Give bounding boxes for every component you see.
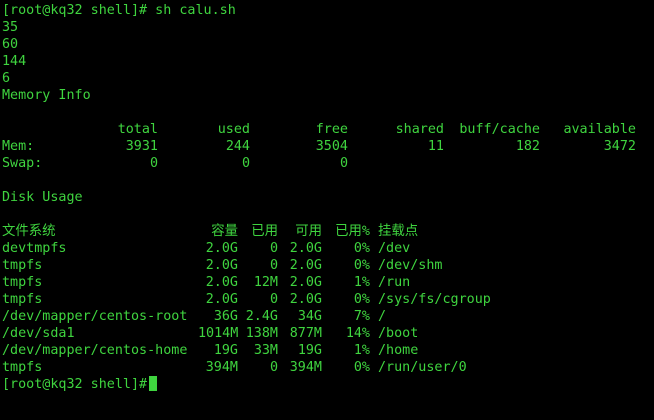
- disk-header-cell: 可用: [295, 224, 322, 239]
- memory-cell: 3472: [603, 139, 636, 154]
- memory-heading: Memory Info: [2, 88, 91, 103]
- disk-header-cell: 挂载点: [378, 224, 419, 239]
- memory-cell: 3931: [125, 139, 158, 154]
- disk-cell: 394M: [205, 360, 238, 375]
- disk-header-cell: 文件系统: [2, 224, 56, 239]
- disk-cell: /dev: [378, 241, 411, 256]
- disk-cell: 0%: [353, 360, 370, 375]
- disk-cell: 14%: [345, 326, 370, 341]
- disk-cell: 0: [269, 241, 278, 256]
- disk-cell: 0%: [353, 292, 370, 307]
- disk-cell: 0: [269, 292, 278, 307]
- disk-cell: 877M: [289, 326, 322, 341]
- disk-cell: tmpfs: [2, 360, 43, 375]
- disk-cell: 2.0G: [205, 275, 238, 290]
- disk-table-row: devtmpfs 2.0G 0 2.0G 0% /dev: [2, 240, 654, 257]
- disk-cell: 1%: [353, 343, 370, 358]
- disk-cell: 2.4G: [245, 309, 278, 324]
- disk-table-row: /dev/mapper/centos-home 19G 33M 19G 1% /home: [2, 342, 654, 359]
- disk-cell: /home: [378, 343, 419, 358]
- disk-cell: 0: [269, 360, 278, 375]
- disk-cell: 1014M: [198, 326, 239, 341]
- memory-header-cell: total: [117, 122, 158, 137]
- disk-cell: 2.0G: [205, 241, 238, 256]
- memory-cell: 0: [149, 156, 158, 171]
- disk-cell: 2.0G: [289, 292, 322, 307]
- disk-cell: 138M: [245, 326, 278, 341]
- disk-cell: /: [378, 309, 387, 324]
- disk-table-row: tmpfs 2.0G 12M 2.0G 1% /run: [2, 274, 654, 291]
- disk-table-row: tmpfs 2.0G 0 2.0G 0% /sys/fs/cgroup: [2, 291, 654, 308]
- disk-table-row: /dev/sda1 1014M 138M 877M 14% /boot: [2, 325, 654, 342]
- disk-cell: 33M: [253, 343, 278, 358]
- memory-cell: 11: [427, 139, 444, 154]
- memory-row-label: Mem:: [2, 139, 35, 154]
- memory-header-cell: used: [217, 122, 250, 137]
- memory-row-mem: Mem: 3931 244 3504 11 182 3472: [2, 138, 654, 155]
- disk-cell: /sys/fs/cgroup: [378, 292, 491, 307]
- disk-cell: 34G: [297, 309, 322, 324]
- disk-table-row: tmpfs 394M 0 394M 0% /run/user/0: [2, 359, 654, 376]
- output-line: 60: [2, 37, 19, 52]
- memory-row-label: Swap:: [2, 156, 43, 171]
- disk-table-row: /dev/mapper/centos-root 36G 2.4G 34G 7% /: [2, 308, 654, 325]
- disk-table-body: devtmpfs 2.0G 0 2.0G 0%/dev tmpfs 2.0G 0 2.0G 0% /…: [2, 240, 654, 376]
- memory-cell: 3504: [315, 139, 348, 154]
- disk-table-header: 文件系统 容量 已用 可用 已用% 挂载点: [2, 223, 654, 240]
- disk-cell: tmpfs: [2, 292, 43, 307]
- disk-cell: tmpfs: [2, 258, 43, 273]
- disk-cell: 12M: [253, 275, 278, 290]
- disk-cell: 36G: [213, 309, 238, 324]
- disk-cell: 2.0G: [289, 258, 322, 273]
- disk-cell: /dev/mapper/centos-home: [2, 343, 188, 358]
- prompt-text: [root@kq32 shell]#: [2, 377, 148, 392]
- disk-table-row: tmpfs 2.0G 0 2.0G 0% /dev/shm: [2, 257, 654, 274]
- disk-header-cell: 容量: [211, 224, 238, 239]
- disk-cell: /dev/sda1: [2, 326, 75, 341]
- disk-cell: devtmpfs: [2, 241, 67, 256]
- output-line: 144: [2, 54, 27, 69]
- disk-cell: 0: [269, 258, 278, 273]
- disk-cell: 1%: [353, 275, 370, 290]
- memory-header-cell: available: [563, 122, 636, 137]
- disk-cell: tmpfs: [2, 275, 43, 290]
- disk-header-cell: 已用%: [335, 224, 370, 239]
- memory-table-header: total used free shared buff/cache available: [2, 121, 654, 138]
- text-cursor: [149, 376, 158, 391]
- memory-header-cell: shared: [395, 122, 444, 137]
- disk-cell: /run/user/0: [378, 360, 467, 375]
- terminal-window[interactable]: [root@kq32 shell]# sh calu.sh 35 60 144 …: [0, 0, 654, 420]
- disk-cell: 0%: [353, 258, 370, 273]
- disk-cell: /boot: [378, 326, 419, 341]
- disk-cell: 2.0G: [289, 275, 322, 290]
- disk-heading: Disk Usage: [2, 190, 83, 205]
- disk-cell: /dev/shm: [378, 258, 443, 273]
- memory-header-cell: free: [315, 122, 348, 137]
- output-line: 35: [2, 20, 19, 35]
- command-line: [root@kq32 shell]# sh calu.sh: [2, 3, 236, 18]
- memory-row-swap: Swap: 0 0 0: [2, 155, 654, 172]
- command-prompt[interactable]: [root@kq32 shell]#: [2, 376, 654, 393]
- disk-cell: 394M: [289, 360, 322, 375]
- disk-cell: /run: [378, 275, 411, 290]
- memory-cell: 0: [241, 156, 250, 171]
- disk-cell: 7%: [353, 309, 370, 324]
- memory-cell: 182: [515, 139, 540, 154]
- disk-cell: 2.0G: [205, 292, 238, 307]
- memory-cell: 244: [225, 139, 250, 154]
- disk-header-cell: 已用: [251, 224, 278, 239]
- memory-header-cell: buff/cache: [459, 122, 540, 137]
- disk-cell: 2.0G: [205, 258, 238, 273]
- disk-cell: 19G: [213, 343, 238, 358]
- disk-cell: 0%: [353, 241, 370, 256]
- memory-cell: 0: [339, 156, 348, 171]
- disk-cell: /dev/mapper/centos-root: [2, 309, 188, 324]
- disk-cell: 19G: [297, 343, 322, 358]
- output-line: 6: [2, 71, 11, 86]
- disk-cell: 2.0G: [289, 241, 322, 256]
